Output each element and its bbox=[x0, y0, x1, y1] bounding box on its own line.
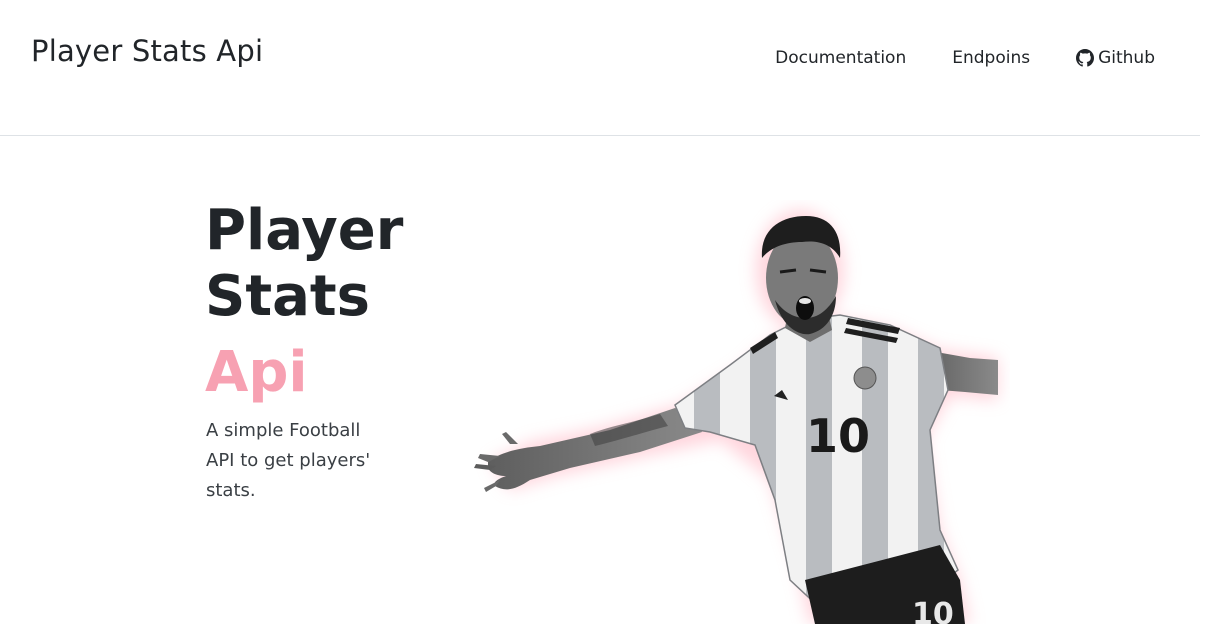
nav-link-documentation[interactable]: Documentation bbox=[775, 47, 906, 69]
svg-text:10: 10 bbox=[912, 597, 954, 624]
hero-title-line-1: Player bbox=[205, 198, 404, 263]
hero-title-line-2: Stats bbox=[205, 264, 370, 329]
nav-link-github-label: Github bbox=[1098, 48, 1155, 68]
brand-link[interactable]: Player Stats Api bbox=[31, 34, 263, 68]
navbar: Player Stats Api Documentation Endpoins … bbox=[0, 0, 1200, 136]
hero-description: A simple Football API to get players' st… bbox=[206, 420, 371, 501]
github-icon bbox=[1076, 49, 1095, 67]
nav-link-endpoints[interactable]: Endpoins bbox=[952, 47, 1030, 69]
svg-text:10: 10 bbox=[806, 409, 870, 463]
football-player-image: 10 10 bbox=[470, 200, 1010, 624]
nav-link-github[interactable]: Github bbox=[1076, 47, 1155, 69]
hero-title-accent: Api bbox=[205, 340, 308, 405]
hero-title: Player Stats bbox=[205, 198, 435, 330]
nav-links: Documentation Endpoins Github bbox=[775, 47, 1155, 69]
